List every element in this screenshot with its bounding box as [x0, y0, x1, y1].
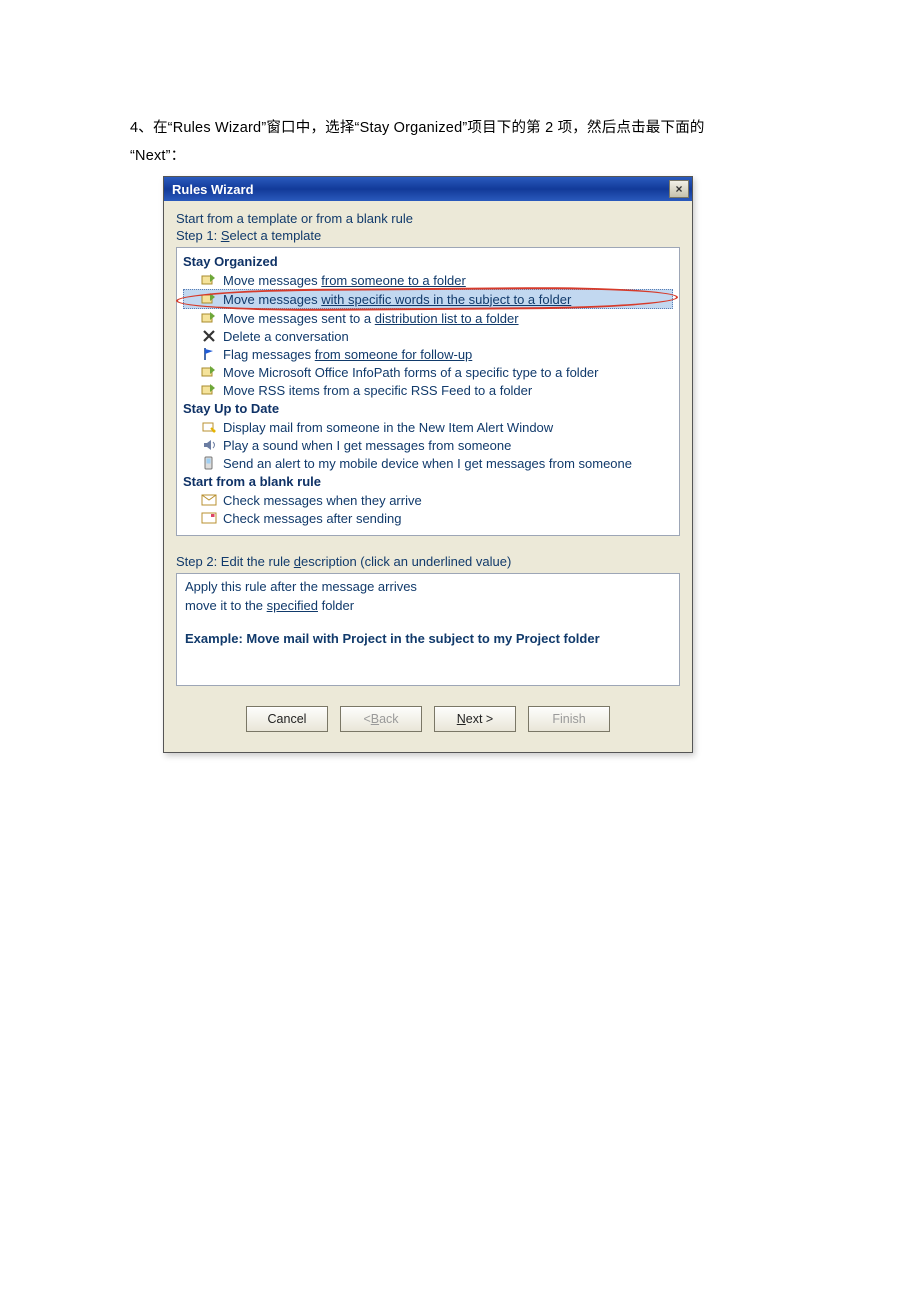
rules-wizard-dialog: Rules Wizard × Start from a template or … — [163, 176, 693, 753]
template-label: Move messages sent to a distribution lis… — [223, 311, 519, 326]
move-to-folder-icon — [201, 364, 217, 380]
start-from-text: Start from a template or from a blank ru… — [176, 211, 680, 226]
close-button[interactable]: × — [669, 180, 689, 198]
next-button[interactable]: Next > — [434, 706, 516, 732]
template-label: Play a sound when I get messages from so… — [223, 438, 511, 453]
template-item[interactable]: Move Microsoft Office InfoPath forms of … — [183, 363, 673, 381]
template-label: Send an alert to my mobile device when I… — [223, 456, 632, 471]
category-stay-uptodate: Stay Up to Date — [183, 399, 673, 418]
template-item[interactable]: Move messages sent to a distribution lis… — [183, 309, 673, 327]
move-to-folder-icon — [201, 310, 217, 326]
finish-button[interactable]: Finish — [528, 706, 610, 732]
alert-icon — [201, 419, 217, 435]
template-item-selected[interactable]: Move messages with specific words in the… — [183, 289, 673, 309]
sound-icon — [201, 437, 217, 453]
template-item[interactable]: Display mail from someone in the New Ite… — [183, 418, 673, 436]
category-stay-organized: Stay Organized — [183, 252, 673, 271]
document-page: 4、在“Rules Wizard”窗口中，选择“Stay Organized”项… — [0, 0, 920, 1302]
dialog-body: Start from a template or from a blank ru… — [164, 201, 692, 752]
titlebar[interactable]: Rules Wizard × — [164, 177, 692, 201]
step2-label: Step 2: Edit the rule description (click… — [176, 554, 680, 569]
delete-icon — [201, 328, 217, 344]
button-bar: Cancel < Back Next > Finish — [176, 706, 680, 738]
template-item[interactable]: Send an alert to my mobile device when I… — [183, 454, 673, 472]
template-label: Flag messages from someone for follow-up — [223, 347, 472, 362]
template-item[interactable]: Delete a conversation — [183, 327, 673, 345]
template-item[interactable]: Check messages after sending — [183, 509, 673, 527]
template-label: Move Microsoft Office InfoPath forms of … — [223, 365, 598, 380]
desc-line1: Apply this rule after the message arrive… — [185, 578, 671, 597]
specified-folder-link[interactable]: specified — [267, 598, 318, 613]
envelope-stamp-icon — [201, 510, 217, 526]
cancel-button[interactable]: Cancel — [246, 706, 328, 732]
move-to-folder-icon — [201, 382, 217, 398]
step1-label: Step 1: Select a template — [176, 228, 680, 243]
rule-description-box: Apply this rule after the message arrive… — [176, 573, 680, 686]
flag-icon — [201, 346, 217, 362]
template-label: Check messages when they arrive — [223, 493, 422, 508]
template-list[interactable]: Stay Organized Move messages from someon… — [176, 247, 680, 536]
template-item[interactable]: Flag messages from someone for follow-up — [183, 345, 673, 363]
template-label: Display mail from someone in the New Ite… — [223, 420, 553, 435]
move-to-folder-icon — [201, 272, 217, 288]
template-label: Move RSS items from a specific RSS Feed … — [223, 383, 532, 398]
mobile-icon — [201, 455, 217, 471]
category-blank-rule: Start from a blank rule — [183, 472, 673, 491]
back-button[interactable]: < Back — [340, 706, 422, 732]
template-item[interactable]: Play a sound when I get messages from so… — [183, 436, 673, 454]
template-label: Check messages after sending — [223, 511, 401, 526]
desc-line2: move it to the specified folder — [185, 597, 671, 616]
window-title: Rules Wizard — [172, 182, 254, 197]
template-label: Delete a conversation — [223, 329, 349, 344]
template-label: Move messages from someone to a folder — [223, 273, 466, 288]
move-to-folder-icon — [201, 291, 217, 307]
desc-example: Example: Move mail with Project in the s… — [185, 630, 671, 649]
instruction-text: 4、在“Rules Wizard”窗口中，选择“Stay Organized”项… — [130, 115, 795, 170]
template-item[interactable]: Check messages when they arrive — [183, 491, 673, 509]
close-icon: × — [675, 183, 682, 195]
template-label: Move messages with specific words in the… — [223, 292, 571, 307]
template-item[interactable]: Move messages from someone to a folder — [183, 271, 673, 289]
template-item[interactable]: Move RSS items from a specific RSS Feed … — [183, 381, 673, 399]
envelope-icon — [201, 492, 217, 508]
